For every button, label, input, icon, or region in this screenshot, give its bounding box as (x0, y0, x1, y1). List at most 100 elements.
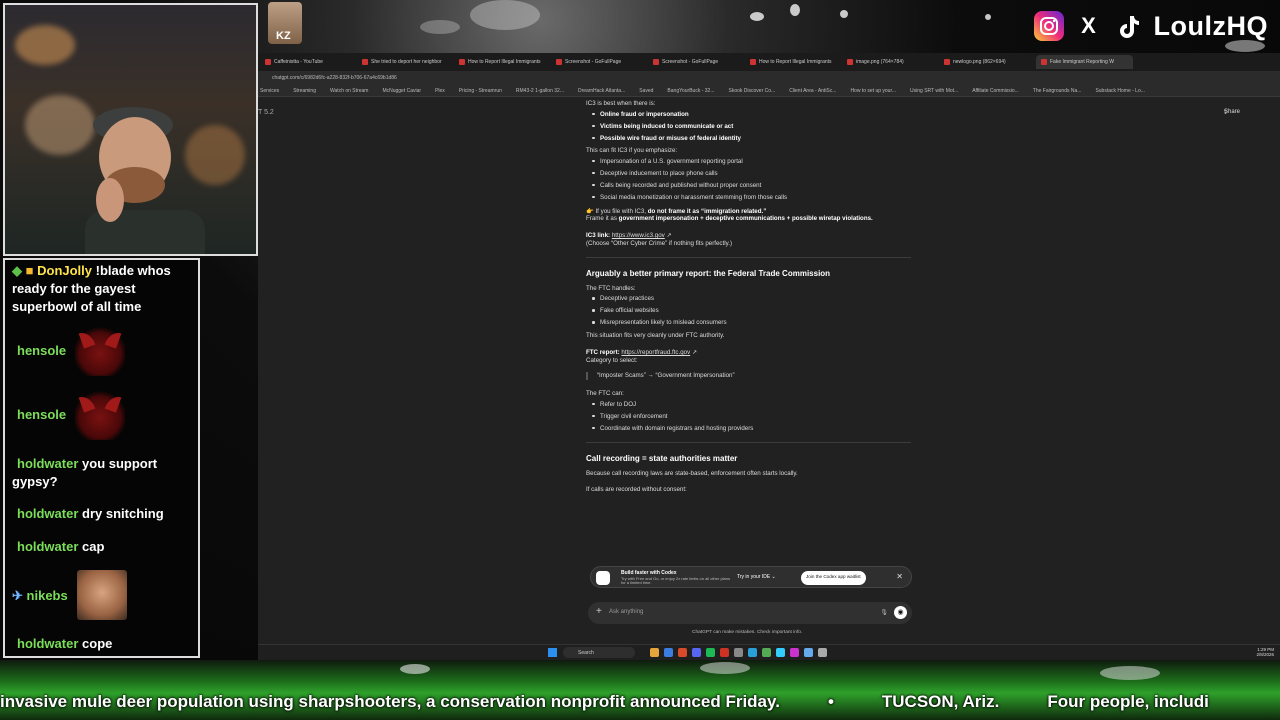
chat-message: holdwater you support gypsy? (12, 455, 196, 491)
model-selector[interactable]: T 5.2 (258, 109, 274, 116)
tab[interactable]: Caffeinistta - YouTube (260, 55, 357, 69)
app-icon[interactable] (818, 648, 827, 657)
mic-icon[interactable]: 🎙 (880, 609, 888, 616)
bookmark[interactable]: McNugget Caviar (382, 88, 421, 94)
bookmark[interactable]: Substack Home - Lo... (1095, 88, 1144, 94)
tab[interactable]: image.png (764×784) (842, 55, 939, 69)
share-button[interactable]: Share (1224, 109, 1240, 115)
prompt-input[interactable]: Ask anything (609, 609, 643, 615)
devil-emote (75, 390, 125, 440)
chat-text: cope (82, 636, 113, 651)
chat-message: holdwater cap (12, 538, 196, 556)
response-text: 👉 If you file with IC3, do not frame it … (586, 207, 767, 215)
app-icon[interactable] (664, 648, 673, 657)
instagram-icon (1033, 11, 1064, 41)
chat-message: holdwater cope (12, 635, 196, 653)
response-text: Frame it as government impersonation + d… (586, 215, 873, 223)
app-icon[interactable] (776, 648, 785, 657)
codex-subtitle: Try with Free and Go, or enjoy 2x rate l… (621, 576, 731, 586)
chat-message: ◆ ■ DonJolly !blade whos ready for the g… (12, 263, 171, 314)
bookmark[interactable]: Watch on Stream (330, 88, 368, 94)
voice-mode-icon[interactable]: ◉ (894, 606, 907, 619)
chat-username: hensole (17, 407, 67, 422)
response-text: Category to select: (586, 356, 638, 364)
response-text: This can fit IC3 if you emphasize: (586, 146, 678, 154)
social-bar: X LoulzHQ (1033, 6, 1268, 46)
stream-chat: ◆ ■ DonJolly !blade whos ready for the g… (3, 258, 200, 658)
tab[interactable]: How to Report Illegal Immigrants (454, 55, 551, 69)
chat-text: !blade whos ready for the gayest superbo… (12, 263, 171, 314)
windows-start-icon[interactable] (548, 648, 557, 657)
list-item: Impersonation of a U.S. government repor… (586, 158, 911, 166)
app-icon[interactable] (748, 648, 757, 657)
list-item: Victims being induced to communicate or … (600, 122, 734, 130)
ic3-link[interactable]: https://www.ic3.gov (612, 232, 665, 239)
bookmark[interactable]: Saved (639, 88, 653, 94)
app-icon[interactable] (790, 648, 799, 657)
bookmark[interactable]: How to set up your... (850, 88, 896, 94)
bookmark[interactable]: Affiliate Commissio... (972, 88, 1019, 94)
join-waitlist-button[interactable]: Join the Codex app waitlist (801, 571, 866, 585)
section-heading: Arguably a better primary report: the Fe… (586, 268, 831, 278)
list-item: Deceptive inducement to place phone call… (586, 170, 911, 178)
taskbar: Search 1:29 PM 2/8/2026 (258, 644, 1280, 660)
emphasize-list: Impersonation of a U.S. government repor… (586, 158, 911, 202)
browser-icon[interactable] (678, 648, 687, 657)
bookmark[interactable]: The Fairgrounds Na... (1033, 88, 1082, 94)
app-icon[interactable] (762, 648, 771, 657)
app-icon[interactable] (734, 648, 743, 657)
disclaimer: ChatGPT can make mistakes. Check importa… (692, 630, 803, 635)
app-icon[interactable] (804, 648, 813, 657)
tab[interactable]: She tried to deport her neighbor (357, 55, 454, 69)
list-item: Misrepresentation likely to mislead cons… (586, 319, 911, 327)
tab[interactable]: newlogo.png (862×694) (939, 55, 1036, 69)
file-explorer-icon[interactable] (650, 648, 659, 657)
discord-icon[interactable] (692, 648, 701, 657)
bookmark[interactable]: RM43-2 1-gallon 32... (516, 88, 564, 94)
bookmark[interactable]: Pricing - Streamrun (459, 88, 502, 94)
bookmark[interactable]: Skook Discover Co... (729, 88, 776, 94)
response-text: The FTC can: (586, 390, 624, 398)
category-quote: “Imposter Scams” → “Government Impersona… (586, 372, 911, 381)
bookmark[interactable]: Streaming (293, 88, 316, 94)
bookmark[interactable]: BangYourBuck - 32... (667, 88, 714, 94)
try-in-ide-button[interactable]: Try in your IDE ⌄ (737, 574, 776, 580)
list-item: Social media monetization or harassment … (586, 194, 911, 202)
bookmark[interactable]: Using SRT with Mot... (910, 88, 958, 94)
streamer-figure (85, 107, 205, 254)
composer[interactable]: + Ask anything 🎙 ◉ (588, 602, 912, 624)
response-text: (Choose “Other Cyber Crime” if nothing f… (586, 239, 733, 247)
bookmark[interactable]: DreamHack Atlanta... (578, 88, 625, 94)
response-text: This situation fits very cleanly under F… (586, 332, 725, 340)
clock: 1:29 PM 2/8/2026 (1256, 647, 1274, 658)
ftc-link[interactable]: https://reportfraud.ftc.gov (621, 349, 690, 356)
chevron-down-icon: ⌄ (771, 574, 776, 580)
chat-username: holdwater (17, 456, 79, 471)
x-icon: X (1081, 13, 1096, 38)
bookmark[interactable]: Client Area - AntiSc... (789, 88, 836, 94)
spotify-icon[interactable] (706, 648, 715, 657)
tab-active[interactable]: Fake Immigrant Reporting W (1036, 55, 1133, 69)
tab[interactable]: Screenshot - GoFullPage (648, 55, 745, 69)
close-icon[interactable]: ✕ (896, 572, 903, 581)
response-text: The FTC handles: (586, 284, 636, 292)
ticker-item: TUCSON, Ariz. (881, 692, 1000, 711)
news-ticker: invasive mule deer population using shar… (0, 660, 1280, 720)
browser-capture: Caffeinistta - YouTube She tried to depo… (258, 53, 1280, 660)
devil-emote (75, 326, 125, 376)
list-item: Online fraud or impersonation (600, 110, 689, 118)
chat-username: holdwater (17, 636, 79, 651)
tab[interactable]: Screenshot - GoFullPage (551, 55, 648, 69)
obs-icon[interactable] (720, 648, 729, 657)
divider (586, 256, 911, 258)
plus-icon[interactable]: + (596, 606, 602, 617)
list-item: Possible wire fraud or misuse of federal… (600, 134, 741, 142)
address-bar[interactable]: chatgpt.com/c/6982d6fc-a228-832f-b706-67… (258, 71, 1280, 85)
response-text: Because call recording laws are state-ba… (586, 469, 798, 477)
bookmark[interactable]: Services (260, 88, 279, 94)
chat-text: dry snitching (82, 506, 164, 521)
bookmark[interactable]: Plex (435, 88, 445, 94)
tab[interactable]: How to Report Illegal Immigrants (745, 55, 842, 69)
taskbar-search[interactable]: Search (563, 647, 635, 658)
chat-username: DonJolly (37, 263, 93, 278)
